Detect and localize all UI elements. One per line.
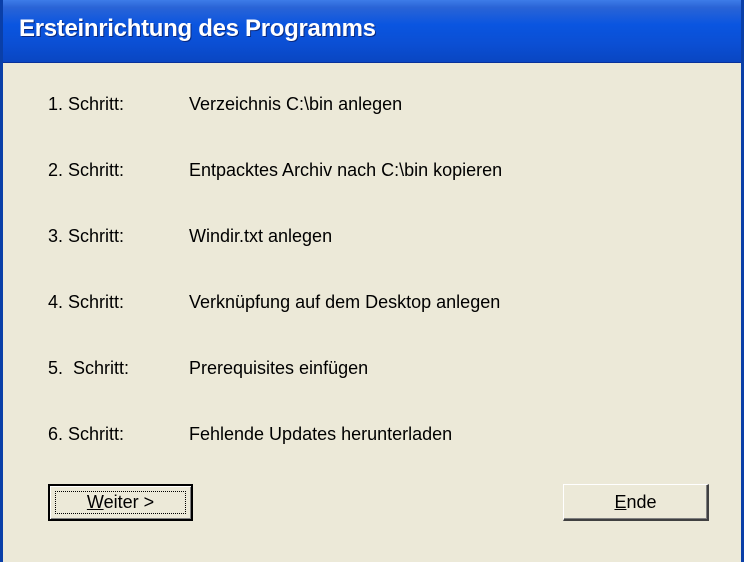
step-number: 1. Schritt: xyxy=(48,94,125,114)
step-number: 4. Schritt: xyxy=(48,292,125,312)
step-description: Entpacktes Archiv nach C:\bin kopieren xyxy=(189,160,503,180)
step-row-6: 6. Schritt: Fehlende Updates herunterlad… xyxy=(3,424,741,454)
step-number: 5. Schritt: xyxy=(48,358,130,378)
step-description: Verknüpfung auf dem Desktop anlegen xyxy=(189,292,501,312)
next-button-mnemonic: W xyxy=(86,492,104,512)
end-button[interactable]: Ende xyxy=(563,484,709,521)
end-button-mnemonic: E xyxy=(614,491,627,512)
setup-dialog: Ersteinrichtung des Programms 1. Schritt… xyxy=(0,0,744,562)
next-button-label-rest: eiter > xyxy=(103,492,155,512)
step-description: Fehlende Updates herunterladen xyxy=(189,424,453,444)
end-button-label: Ende xyxy=(614,492,656,513)
step-row-3: 3. Schritt: Windir.txt anlegen xyxy=(3,226,741,256)
next-button[interactable]: Weiter > xyxy=(48,484,193,521)
end-button-label-rest: nde xyxy=(626,491,657,512)
step-row-1: 1. Schritt: Verzeichnis C:\bin anlegen xyxy=(3,94,741,124)
step-number: 6. Schritt: xyxy=(48,424,125,444)
window-title: Ersteinrichtung des Programms xyxy=(19,15,376,42)
step-number: 2. Schritt: xyxy=(48,160,125,180)
step-description: Verzeichnis C:\bin anlegen xyxy=(189,94,403,114)
step-row-2: 2. Schritt: Entpacktes Archiv nach C:\bi… xyxy=(3,160,741,190)
step-row-5: 5. Schritt: Prerequisites einfügen xyxy=(3,358,741,388)
next-button-label: Weiter > xyxy=(87,492,154,513)
step-number: 3. Schritt: xyxy=(48,226,125,246)
step-row-4: 4. Schritt: Verknüpfung auf dem Desktop … xyxy=(3,292,741,322)
step-description: Windir.txt anlegen xyxy=(189,226,333,246)
step-description: Prerequisites einfügen xyxy=(189,358,369,378)
title-bar[interactable]: Ersteinrichtung des Programms xyxy=(3,0,741,63)
